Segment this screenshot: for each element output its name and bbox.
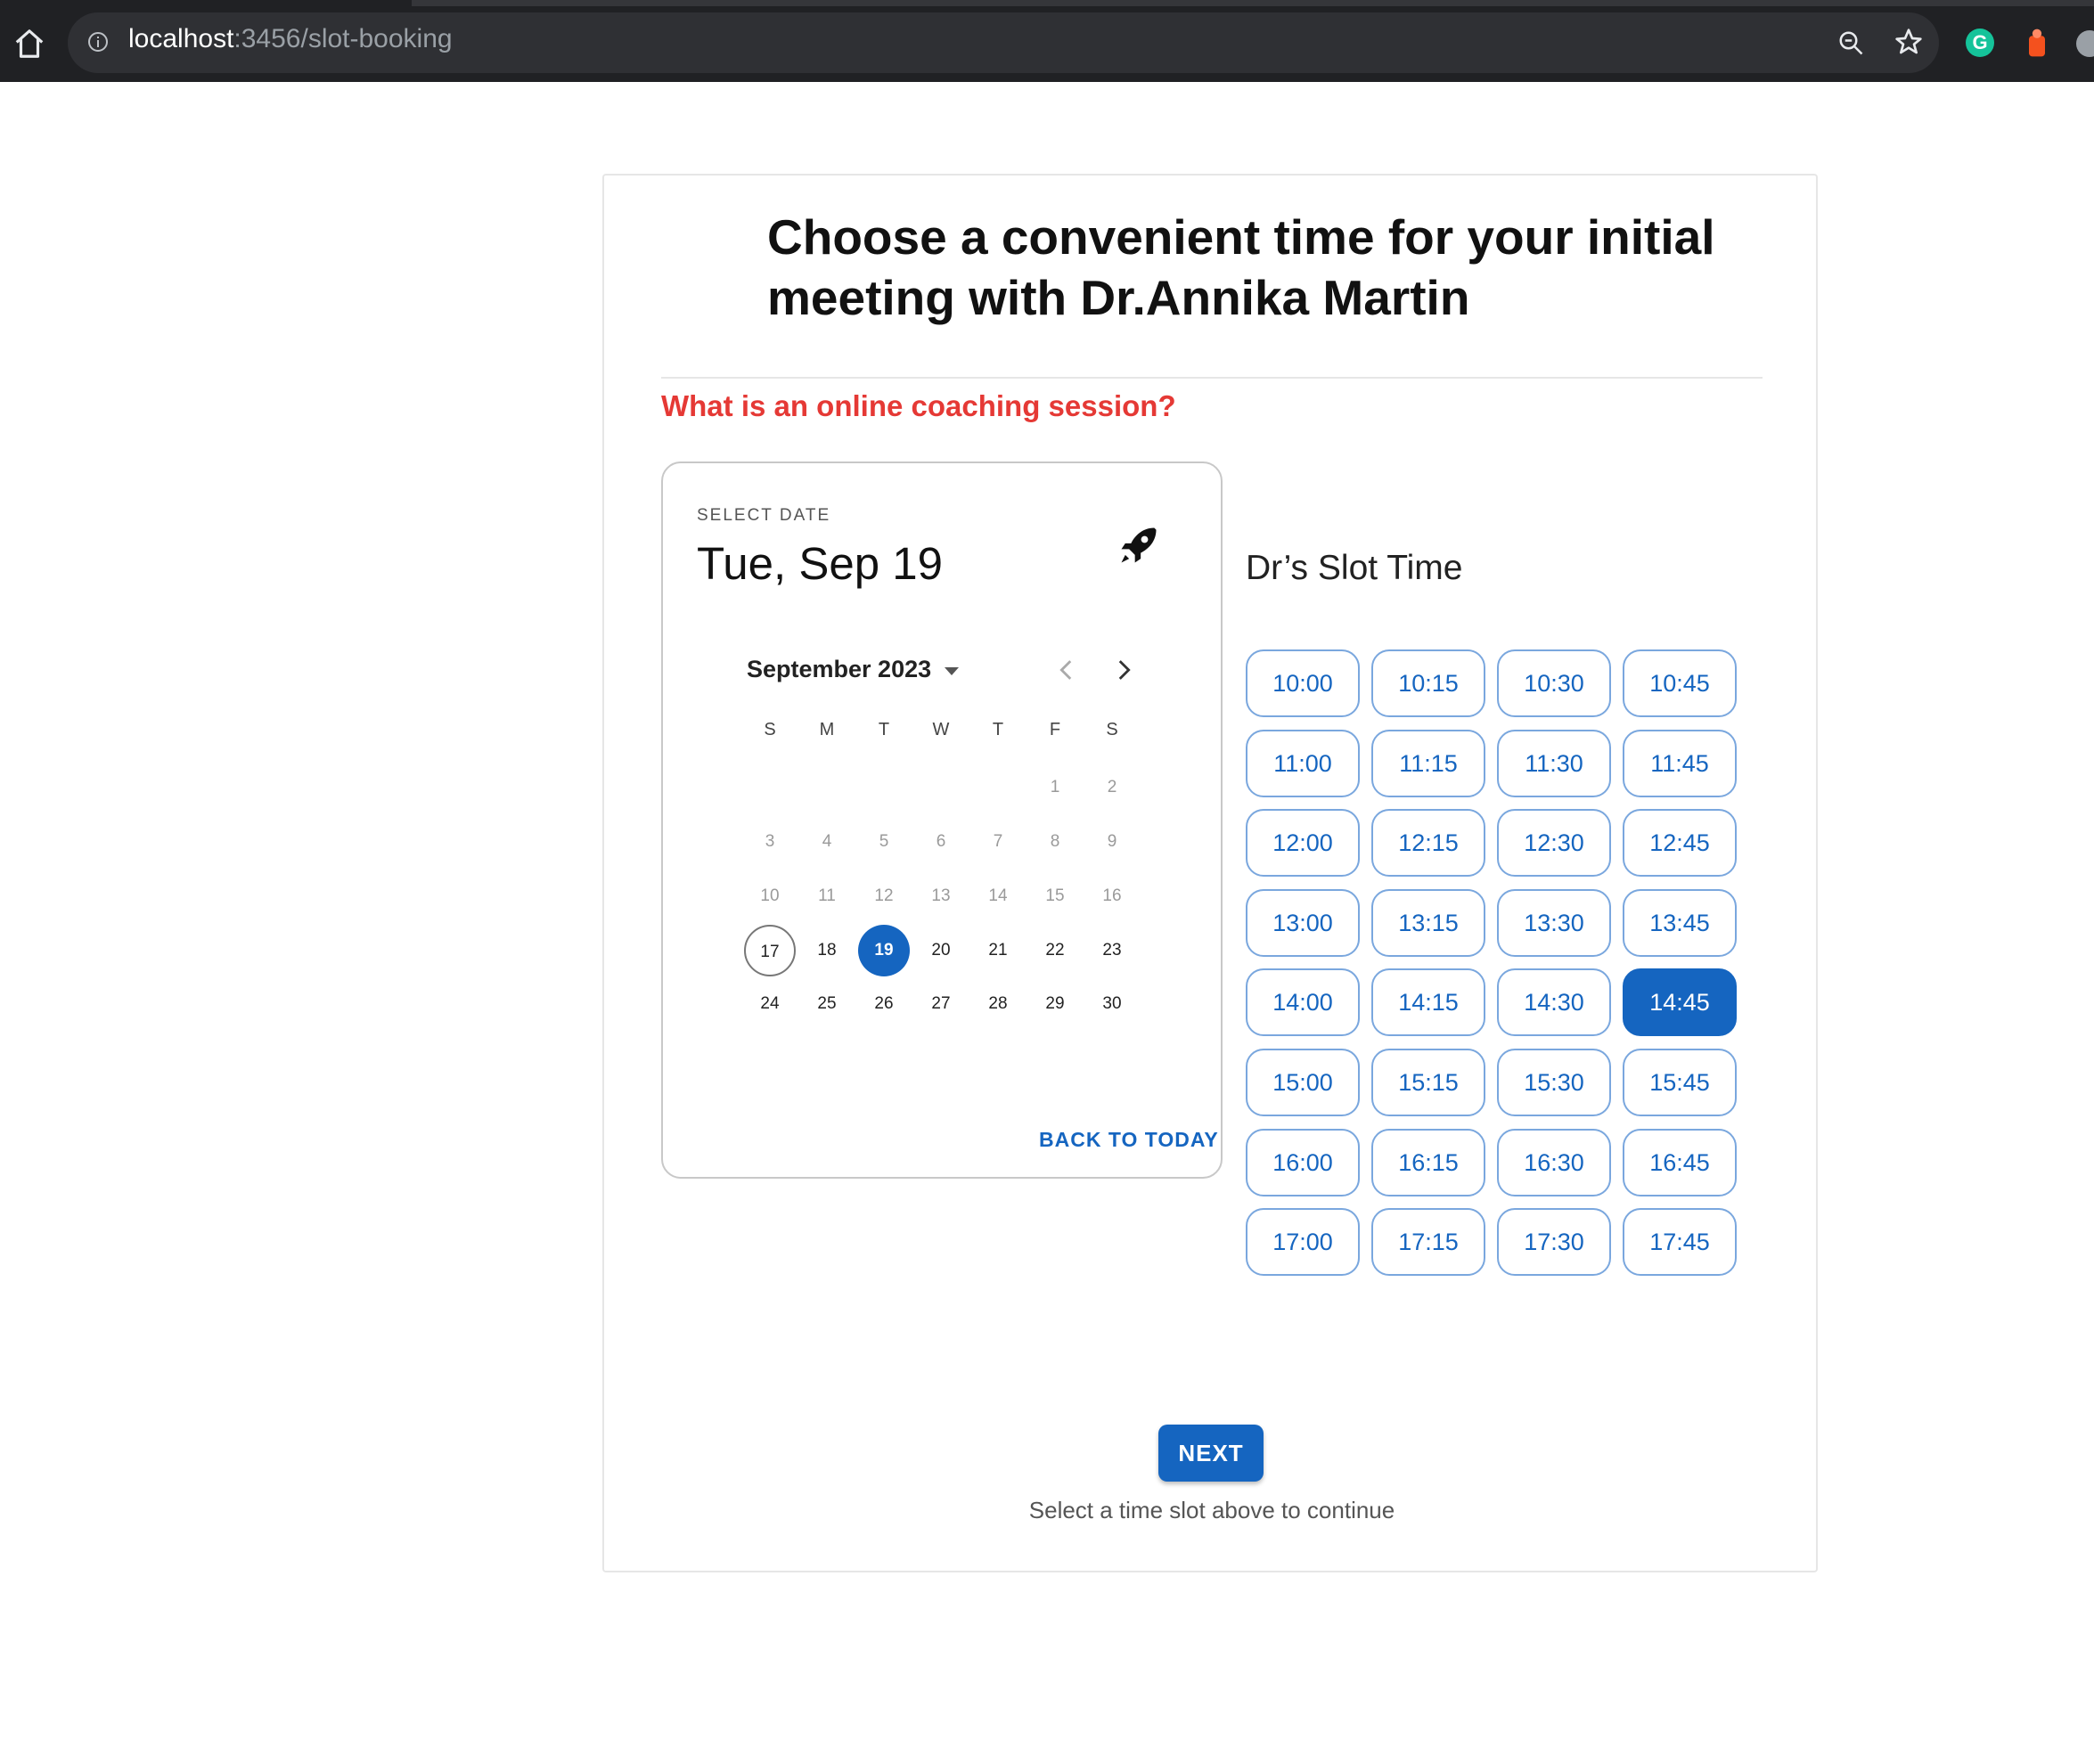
time-slot[interactable]: 10:45: [1623, 649, 1737, 717]
coaching-info-link[interactable]: What is an online coaching session?: [661, 389, 1176, 423]
calendar-day[interactable]: 29: [1029, 978, 1081, 1030]
time-slot[interactable]: 13:15: [1371, 889, 1485, 957]
time-slot[interactable]: 14:15: [1371, 968, 1485, 1036]
star-icon[interactable]: [1894, 28, 1923, 56]
calendar-day[interactable]: 24: [744, 978, 796, 1030]
weekday-label: W: [932, 720, 950, 739]
calendar-day[interactable]: 17: [744, 925, 796, 976]
calendar-day[interactable]: 16: [1086, 870, 1138, 922]
calendar-day[interactable]: 21: [972, 925, 1024, 976]
page-title: Choose a convenient time for your initia…: [767, 209, 1715, 325]
calendar-day[interactable]: 6: [915, 816, 967, 868]
divider: [661, 377, 1763, 379]
calendar-day[interactable]: 4: [801, 816, 853, 868]
calendar-day[interactable]: 1: [1029, 762, 1081, 813]
calendar-day[interactable]: 9: [1086, 816, 1138, 868]
weekday-label: S: [1106, 720, 1118, 739]
calendar-day[interactable]: 5: [858, 816, 910, 868]
calendar-day[interactable]: 10: [744, 870, 796, 922]
helper-text: Select a time slot above to continue: [1028, 1497, 1395, 1523]
calendar-day[interactable]: 7: [972, 816, 1024, 868]
chevron-left-icon[interactable]: [1051, 655, 1082, 685]
weekday-label: S: [764, 720, 776, 739]
time-slot[interactable]: 16:30: [1497, 1129, 1611, 1196]
calendar-day[interactable]: 25: [801, 978, 853, 1030]
time-slot[interactable]: 15:45: [1623, 1049, 1737, 1116]
calendar-day[interactable]: 30: [1086, 978, 1138, 1030]
calendar-day[interactable]: 23: [1086, 925, 1138, 976]
time-slot[interactable]: 13:00: [1246, 889, 1360, 957]
time-slot[interactable]: 12:15: [1371, 809, 1485, 877]
calendar-day[interactable]: 15: [1029, 870, 1081, 922]
extension-icon[interactable]: [2023, 27, 2051, 59]
time-slot[interactable]: 12:30: [1497, 809, 1611, 877]
calendar-day[interactable]: 3: [744, 816, 796, 868]
time-slot[interactable]: 10:15: [1371, 649, 1485, 717]
time-slot[interactable]: 11:00: [1246, 730, 1360, 797]
time-slot[interactable]: 16:15: [1371, 1129, 1485, 1196]
calendar-day-selected[interactable]: 19: [858, 925, 910, 976]
tab-strip: [412, 0, 2094, 6]
time-slot[interactable]: 17:30: [1497, 1208, 1611, 1276]
weekday-label: T: [992, 720, 1004, 739]
time-slot[interactable]: 16:00: [1246, 1129, 1360, 1196]
rocket-icon[interactable]: [1116, 522, 1162, 568]
select-date-label: SELECT DATE: [697, 506, 831, 525]
chevron-right-icon[interactable]: [1108, 655, 1139, 685]
time-slot[interactable]: 11:45: [1623, 730, 1737, 797]
profile-icon[interactable]: [2076, 30, 2094, 57]
time-slot-selected[interactable]: 14:45: [1623, 968, 1737, 1036]
calendar-day[interactable]: 14: [972, 870, 1024, 922]
time-slot[interactable]: 10:30: [1497, 649, 1611, 717]
time-slot[interactable]: 14:30: [1497, 968, 1611, 1036]
grammarly-icon[interactable]: G: [1966, 29, 1994, 57]
time-slot[interactable]: 14:00: [1246, 968, 1360, 1036]
calendar-day[interactable]: 2: [1086, 762, 1138, 813]
back-to-today-button[interactable]: BACK TO TODAY: [1039, 1128, 1219, 1152]
time-slot[interactable]: 17:15: [1371, 1208, 1485, 1276]
time-slot[interactable]: 13:45: [1623, 889, 1737, 957]
url-host: localhost: [128, 24, 234, 53]
weekday-label: T: [878, 720, 890, 739]
month-label[interactable]: September 2023: [747, 656, 931, 683]
weekday-label: F: [1049, 720, 1061, 739]
calendar-day[interactable]: 28: [972, 978, 1024, 1030]
url-text[interactable]: localhost:3456/slot-booking: [128, 24, 453, 54]
calendar-day[interactable]: 27: [915, 978, 967, 1030]
calendar-day[interactable]: 20: [915, 925, 967, 976]
home-icon[interactable]: [12, 27, 46, 61]
selected-date-display: Tue, Sep 19: [697, 538, 943, 589]
calendar-day[interactable]: 18: [801, 925, 853, 976]
time-slot[interactable]: 15:00: [1246, 1049, 1360, 1116]
browser-toolbar: localhost:3456/slot-booking G: [0, 0, 2094, 82]
time-slot[interactable]: 12:00: [1246, 809, 1360, 877]
time-slot[interactable]: 15:30: [1497, 1049, 1611, 1116]
time-slot[interactable]: 12:45: [1623, 809, 1737, 877]
calendar-day[interactable]: 12: [858, 870, 910, 922]
next-button[interactable]: NEXT: [1158, 1425, 1264, 1482]
calendar-day[interactable]: 26: [858, 978, 910, 1030]
info-icon[interactable]: [87, 31, 109, 53]
calendar-day[interactable]: 11: [801, 870, 853, 922]
caret-down-icon[interactable]: [943, 665, 961, 677]
time-slot[interactable]: 17:00: [1246, 1208, 1360, 1276]
slot-section-title: Dr’s Slot Time: [1246, 549, 1463, 587]
url-path: :3456/slot-booking: [233, 24, 453, 53]
time-slot[interactable]: 17:45: [1623, 1208, 1737, 1276]
time-slot[interactable]: 10:00: [1246, 649, 1360, 717]
time-slot[interactable]: 11:15: [1371, 730, 1485, 797]
time-slot[interactable]: 16:45: [1623, 1129, 1737, 1196]
calendar-day[interactable]: 8: [1029, 816, 1081, 868]
calendar-day[interactable]: 13: [915, 870, 967, 922]
time-slot[interactable]: 13:30: [1497, 889, 1611, 957]
calendar-day[interactable]: 22: [1029, 925, 1081, 976]
time-slot[interactable]: 15:15: [1371, 1049, 1485, 1116]
time-slot[interactable]: 11:30: [1497, 730, 1611, 797]
weekday-label: M: [819, 720, 835, 739]
zoom-icon[interactable]: [1837, 29, 1864, 56]
